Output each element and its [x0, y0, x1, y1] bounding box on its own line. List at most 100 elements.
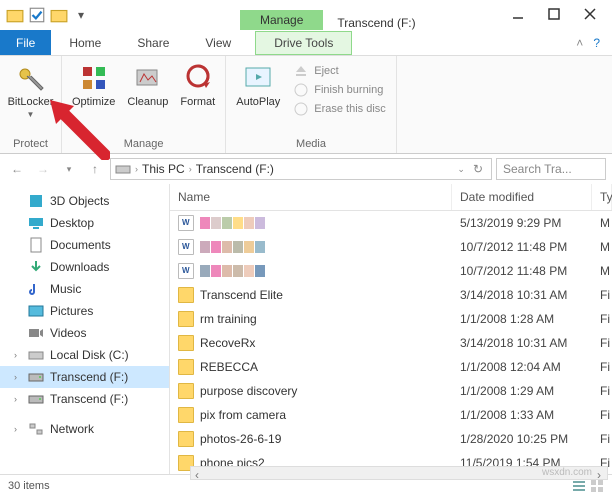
net-icon — [28, 421, 44, 437]
file-type: M — [592, 260, 612, 282]
file-name: pix from camera — [200, 408, 286, 422]
format-label: Format — [180, 96, 215, 108]
back-button[interactable]: ← — [6, 158, 28, 180]
file-row[interactable]: RecoveRx3/14/2018 10:31 AMFi — [170, 331, 612, 355]
file-date: 1/1/2008 12:04 AM — [452, 356, 592, 378]
file-type: Fi — [592, 380, 612, 402]
tree-item-label: Documents — [50, 238, 111, 252]
file-row[interactable]: 10/7/2012 11:48 PMM — [170, 235, 612, 259]
address-bar[interactable]: › This PC › Transcend (F:) ⌄ ↻ — [110, 158, 492, 180]
file-type: Fi — [592, 284, 612, 306]
home-tab[interactable]: Home — [51, 32, 119, 54]
tree-item[interactable]: ›Transcend (F:) — [0, 388, 169, 410]
column-name[interactable]: Name — [170, 184, 452, 210]
tree-item[interactable]: Pictures — [0, 300, 169, 322]
tree-item[interactable]: Music — [0, 278, 169, 300]
tree-item[interactable]: ›Network — [0, 418, 169, 440]
contextual-tab-manage[interactable]: Manage — [240, 10, 323, 30]
folder-icon — [178, 335, 194, 351]
file-row[interactable]: rm training1/1/2008 1:28 AMFi — [170, 307, 612, 331]
up-button[interactable]: ↑ — [84, 158, 106, 180]
forward-button[interactable]: → — [32, 158, 54, 180]
drive-icon — [28, 369, 44, 385]
file-row[interactable]: photos-26-6-191/28/2020 10:25 PMFi — [170, 427, 612, 451]
redacted-filename — [200, 241, 265, 253]
group-media-label: Media — [296, 135, 326, 153]
optimize-button[interactable]: Optimize — [68, 60, 119, 110]
file-type: Fi — [592, 428, 612, 450]
checkbox-icon[interactable] — [28, 6, 46, 24]
disc-burn-icon — [294, 83, 308, 97]
tree-item[interactable]: Videos — [0, 322, 169, 344]
column-type[interactable]: Ty — [592, 184, 612, 210]
file-row[interactable]: 5/13/2019 9:29 PMM — [170, 211, 612, 235]
tree-item[interactable]: Documents — [0, 234, 169, 256]
cleanup-button[interactable]: Cleanup — [123, 60, 172, 110]
file-row[interactable]: 10/7/2012 11:48 PMM — [170, 259, 612, 283]
cleanup-label: Cleanup — [127, 96, 168, 108]
tree-item[interactable]: 3D Objects — [0, 190, 169, 212]
chevron-right-icon: › — [135, 164, 138, 174]
search-placeholder: Search Tra... — [503, 162, 572, 176]
tree-item-label: Network — [50, 422, 94, 436]
file-row[interactable]: Transcend Elite3/14/2018 10:31 AMFi — [170, 283, 612, 307]
file-row[interactable]: pix from camera1/1/2008 1:33 AMFi — [170, 403, 612, 427]
file-date: 1/28/2020 10:25 PM — [452, 428, 592, 450]
pic-icon — [28, 303, 44, 319]
3d-icon — [28, 193, 44, 209]
close-button[interactable] — [584, 8, 596, 23]
help-icon[interactable]: ? — [593, 36, 600, 50]
ribbon-expand-icon[interactable]: ˄ — [576, 36, 583, 50]
tree-item-label: Downloads — [50, 260, 109, 274]
refresh-button[interactable]: ↻ — [469, 162, 487, 176]
navigation-tree[interactable]: 3D ObjectsDesktop Documents Downloads Music… — [0, 184, 170, 474]
file-type: Fi — [592, 332, 612, 354]
tree-item-label: Transcend (F:) — [50, 370, 128, 384]
eject-icon — [294, 64, 308, 78]
crumb-this-pc[interactable]: This PC — [142, 162, 185, 176]
file-list[interactable]: 5/13/2019 9:29 PMM10/7/2012 11:48 PMM10/… — [170, 211, 612, 473]
view-tab[interactable]: View — [187, 32, 249, 54]
tree-item-label: Pictures — [50, 304, 93, 318]
redacted-filename — [200, 265, 265, 277]
doc-icon — [28, 237, 44, 253]
group-manage-label: Manage — [124, 135, 164, 153]
tree-item[interactable]: Downloads — [0, 256, 169, 278]
maximize-button[interactable] — [548, 8, 560, 23]
finish-burning-label: Finish burning — [314, 84, 383, 96]
tree-item[interactable]: Desktop — [0, 212, 169, 234]
details-view-icon[interactable] — [572, 479, 586, 493]
chevron-icon: › — [14, 372, 22, 382]
disc-erase-icon — [294, 102, 308, 116]
chevron-down-icon: ▼ — [27, 110, 35, 119]
folder-qat-icon[interactable] — [50, 6, 68, 24]
tree-item[interactable]: › Transcend (F:) — [0, 366, 169, 388]
qat-dropdown-icon[interactable]: ▾ — [72, 6, 90, 24]
minimize-button[interactable] — [512, 8, 524, 23]
watermark: wsxdn.com — [542, 467, 592, 478]
search-input[interactable]: Search Tra... — [496, 158, 606, 180]
drive-tools-tab[interactable]: Drive Tools — [255, 31, 352, 55]
file-date: 10/7/2012 11:48 PM — [452, 236, 592, 258]
file-date: 5/13/2019 9:29 PM — [452, 212, 592, 234]
crumb-location[interactable]: Transcend (F:) — [196, 162, 274, 176]
word-doc-icon — [178, 239, 194, 255]
share-tab[interactable]: Share — [119, 32, 187, 54]
file-tab[interactable]: File — [0, 30, 51, 55]
optimize-icon — [78, 62, 110, 94]
folder-icon — [178, 431, 194, 447]
file-row[interactable]: purpose discovery1/1/2008 1:29 AMFi — [170, 379, 612, 403]
format-button[interactable]: Format — [176, 60, 219, 110]
bitlocker-label: BitLocker — [8, 96, 54, 108]
erase-disc-label: Erase this disc — [314, 103, 386, 115]
file-row[interactable]: REBECCA1/1/2008 12:04 AMFi — [170, 355, 612, 379]
chevron-right-icon: › — [189, 164, 192, 174]
chevron-icon: › — [14, 394, 22, 404]
bitlocker-button[interactable]: BitLocker ▼ — [4, 60, 58, 121]
tree-item[interactable]: ›Local Disk (C:) — [0, 344, 169, 366]
column-date[interactable]: Date modified — [452, 184, 592, 210]
address-dropdown-icon[interactable]: ⌄ — [457, 164, 465, 175]
tree-item-label: Videos — [50, 326, 86, 340]
recent-dropdown[interactable]: ▾ — [58, 158, 80, 180]
autoplay-button[interactable]: AutoPlay — [232, 60, 284, 118]
